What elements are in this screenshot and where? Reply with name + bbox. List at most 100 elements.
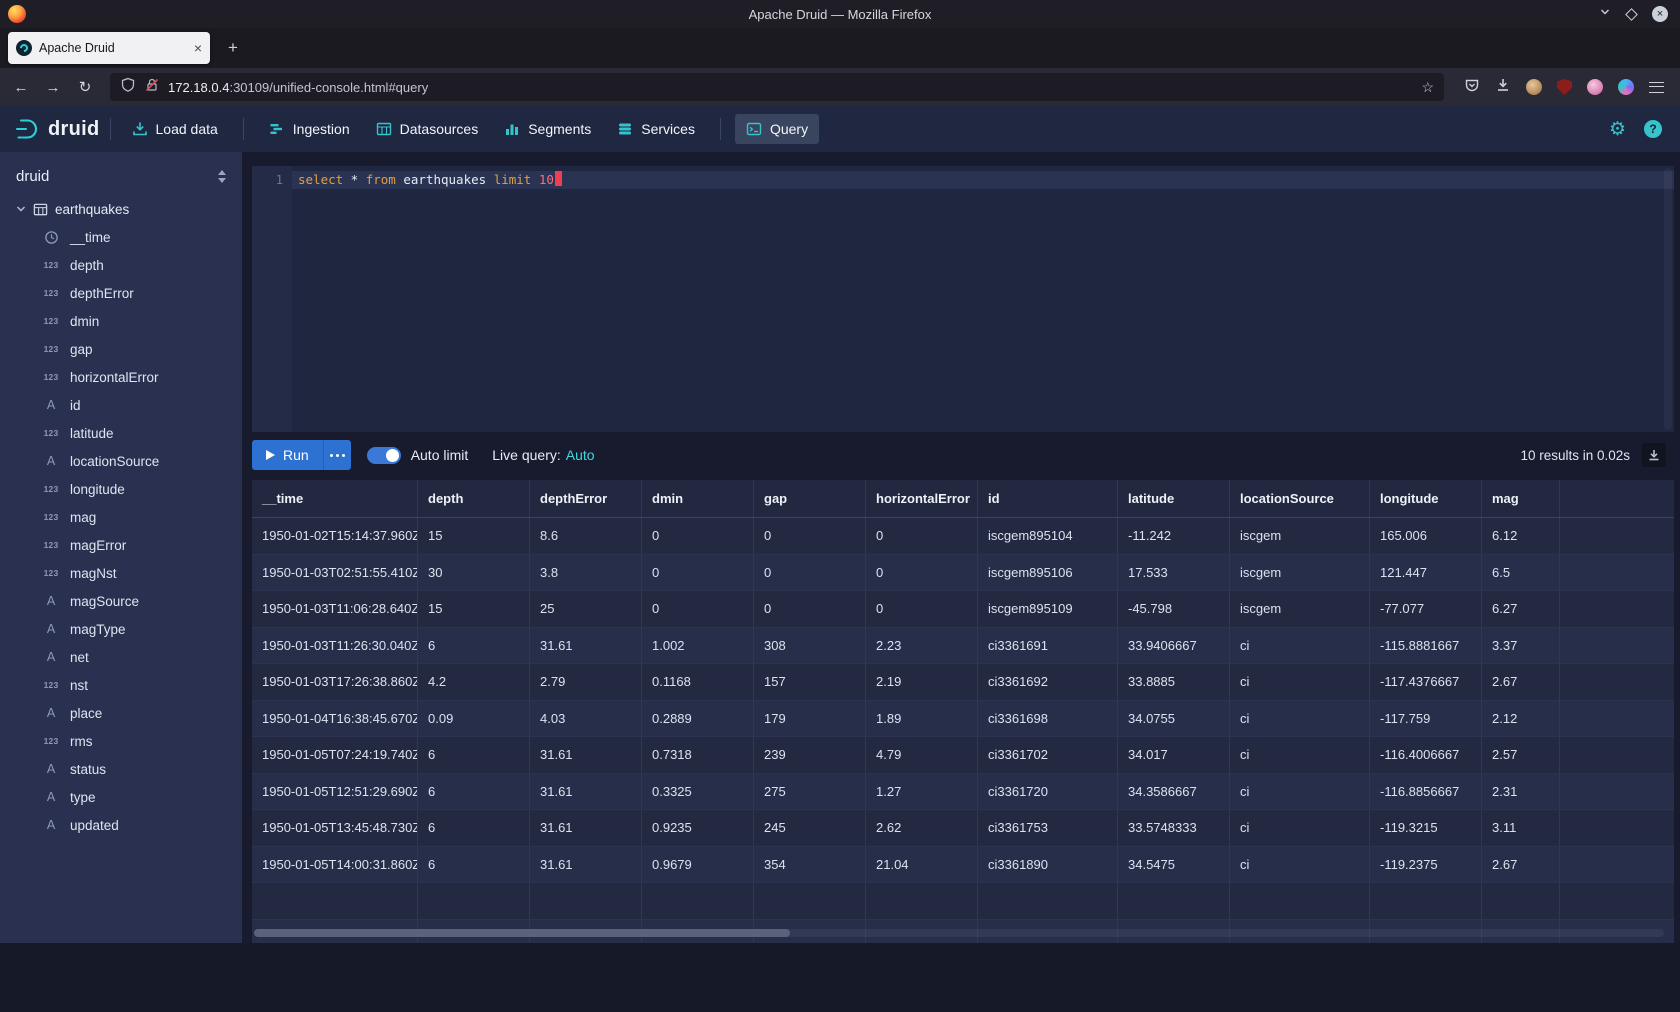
result-cell[interactable]: -45.798 — [1118, 591, 1230, 627]
column-magNst[interactable]: 123magNst — [0, 559, 242, 587]
result-cell[interactable]: 275 — [754, 774, 866, 810]
result-cell[interactable]: iscgem — [1230, 591, 1370, 627]
result-cell[interactable]: -119.2375 — [1370, 847, 1482, 883]
result-cell[interactable]: 6 — [418, 847, 530, 883]
column-header-longitude[interactable]: longitude — [1370, 480, 1482, 517]
sidebar-item-earthquakes[interactable]: earthquakes — [0, 195, 242, 223]
back-icon[interactable]: ← — [6, 73, 36, 101]
extension-a-icon[interactable] — [1526, 79, 1542, 95]
result-cell[interactable]: 1950-01-03T11:06:28.640Z — [252, 591, 418, 627]
column-magType[interactable]: AmagType — [0, 615, 242, 643]
result-cell[interactable]: ci3361753 — [978, 810, 1118, 846]
result-cell[interactable]: ci3361702 — [978, 737, 1118, 773]
result-cell[interactable]: ci3361691 — [978, 628, 1118, 664]
result-cell[interactable]: ci — [1230, 774, 1370, 810]
tab-close-icon[interactable]: × — [194, 41, 202, 55]
column-gap[interactable]: 123gap — [0, 335, 242, 363]
result-cell[interactable]: 33.5748333 — [1118, 810, 1230, 846]
result-cell[interactable]: 6 — [418, 774, 530, 810]
result-cell[interactable]: 21.04 — [866, 847, 978, 883]
result-cell[interactable]: 2.62 — [866, 810, 978, 846]
result-cell[interactable]: 0.09 — [418, 701, 530, 737]
extension-b-icon[interactable] — [1587, 79, 1603, 95]
result-cell[interactable]: 3.37 — [1482, 628, 1560, 664]
result-cell[interactable]: 1950-01-02T15:14:37.960Z — [252, 518, 418, 554]
horizontal-scrollbar[interactable] — [254, 929, 1664, 937]
result-cell[interactable]: 3.8 — [530, 555, 642, 591]
result-cell[interactable]: 2.67 — [1482, 847, 1560, 883]
result-cell[interactable]: 165.006 — [1370, 518, 1482, 554]
result-cell[interactable]: 0.9235 — [642, 810, 754, 846]
result-cell[interactable]: ci — [1230, 847, 1370, 883]
result-cell[interactable]: 0 — [642, 518, 754, 554]
result-cell[interactable]: 0 — [754, 518, 866, 554]
result-cell[interactable]: 34.5475 — [1118, 847, 1230, 883]
result-cell[interactable]: 4.79 — [866, 737, 978, 773]
bookmark-star-icon[interactable]: ☆ — [1421, 79, 1434, 96]
forward-icon[interactable]: → — [38, 73, 68, 101]
result-cell[interactable]: ci3361890 — [978, 847, 1118, 883]
result-cell[interactable]: 2.67 — [1482, 664, 1560, 700]
result-cell[interactable]: -116.8856667 — [1370, 774, 1482, 810]
result-cell[interactable]: 0.1168 — [642, 664, 754, 700]
result-cell[interactable]: 6.27 — [1482, 591, 1560, 627]
result-cell[interactable]: 1950-01-05T14:00:31.860Z — [252, 847, 418, 883]
column-latitude[interactable]: 123latitude — [0, 419, 242, 447]
result-cell[interactable]: 1950-01-03T11:26:30.040Z — [252, 628, 418, 664]
result-cell[interactable]: iscgem — [1230, 518, 1370, 554]
column-horizontalError[interactable]: 123horizontalError — [0, 363, 242, 391]
result-cell[interactable]: 8.6 — [530, 518, 642, 554]
result-cell[interactable]: 33.8885 — [1118, 664, 1230, 700]
column-place[interactable]: Aplace — [0, 699, 242, 727]
result-cell[interactable]: 6 — [418, 628, 530, 664]
result-cell[interactable]: 25 — [530, 591, 642, 627]
column-header-depthError[interactable]: depthError — [530, 480, 642, 517]
result-cell[interactable]: ci3361698 — [978, 701, 1118, 737]
nav-segments[interactable]: Segments — [493, 114, 602, 144]
result-cell[interactable]: 1.89 — [866, 701, 978, 737]
column-header-gap[interactable]: gap — [754, 480, 866, 517]
url-text[interactable]: 172.18.0.4:30109/unified-console.html#qu… — [168, 80, 1413, 95]
result-cell[interactable]: ci — [1230, 664, 1370, 700]
result-cell[interactable]: 1950-01-04T16:38:45.670Z — [252, 701, 418, 737]
column-header-horizontalError[interactable]: horizontalError — [866, 480, 978, 517]
column-updated[interactable]: Aupdated — [0, 811, 242, 839]
column-status[interactable]: Astatus — [0, 755, 242, 783]
result-cell[interactable]: 31.61 — [530, 810, 642, 846]
downloads-icon[interactable] — [1495, 77, 1511, 98]
result-cell[interactable]: 0 — [642, 555, 754, 591]
result-cell[interactable]: 34.0755 — [1118, 701, 1230, 737]
result-cell[interactable]: -117.759 — [1370, 701, 1482, 737]
ublock-icon[interactable] — [1557, 79, 1572, 95]
chevron-down-icon[interactable] — [16, 204, 26, 214]
result-cell[interactable]: 0 — [754, 555, 866, 591]
nav-load-data[interactable]: Load data — [121, 114, 229, 144]
result-cell[interactable]: 2.23 — [866, 628, 978, 664]
result-cell[interactable]: 0.9679 — [642, 847, 754, 883]
more-button[interactable] — [323, 440, 351, 470]
extension-c-icon[interactable] — [1618, 79, 1634, 95]
result-cell[interactable]: -117.4376667 — [1370, 664, 1482, 700]
result-cell[interactable]: 6.12 — [1482, 518, 1560, 554]
result-cell[interactable]: 1.002 — [642, 628, 754, 664]
run-button[interactable]: Run — [252, 440, 323, 470]
result-cell[interactable]: ci — [1230, 737, 1370, 773]
result-cell[interactable]: 15 — [418, 518, 530, 554]
result-cell[interactable]: -77.077 — [1370, 591, 1482, 627]
result-cell[interactable]: -116.4006667 — [1370, 737, 1482, 773]
druid-logo[interactable]: druid — [14, 116, 100, 142]
result-cell[interactable]: iscgem895106 — [978, 555, 1118, 591]
result-cell[interactable]: 1950-01-03T02:51:55.410Z — [252, 555, 418, 591]
result-cell[interactable]: ci3361720 — [978, 774, 1118, 810]
result-cell[interactable]: 2.12 — [1482, 701, 1560, 737]
result-cell[interactable]: ci — [1230, 810, 1370, 846]
help-icon[interactable] — [1644, 120, 1662, 138]
result-cell[interactable]: 245 — [754, 810, 866, 846]
column-depthError[interactable]: 123depthError — [0, 279, 242, 307]
result-cell[interactable]: 0 — [642, 591, 754, 627]
result-cell[interactable]: 0 — [754, 591, 866, 627]
code-area[interactable]: select * from earthquakes limit 10 — [292, 166, 1674, 432]
result-cell[interactable]: 4.2 — [418, 664, 530, 700]
reload-icon[interactable]: ↻ — [70, 73, 100, 101]
column-nst[interactable]: 123nst — [0, 671, 242, 699]
